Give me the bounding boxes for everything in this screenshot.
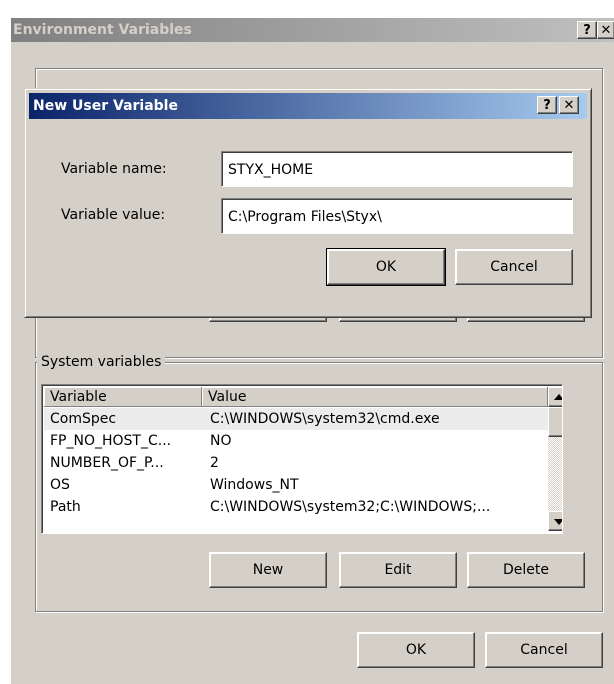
row-value: Windows_NT bbox=[210, 477, 299, 493]
variable-value-field[interactable]: C:\Program Files\Styx\ bbox=[221, 198, 573, 234]
variable-value-label: Variable value: bbox=[61, 207, 166, 223]
outer-close-button[interactable]: ✕ bbox=[597, 21, 614, 39]
table-row[interactable]: Path C:\WINDOWS\system32;C:\WINDOWS;... bbox=[44, 496, 548, 518]
inner-help-button[interactable]: ? bbox=[537, 96, 557, 114]
column-header-value[interactable]: Value bbox=[202, 387, 548, 407]
inner-dialog-title: New User Variable bbox=[33, 98, 178, 114]
inner-ok-button[interactable]: OK bbox=[326, 248, 446, 286]
row-value: C:\WINDOWS\system32\cmd.exe bbox=[210, 411, 440, 427]
outer-cancel-button[interactable]: Cancel bbox=[485, 632, 603, 668]
table-row[interactable]: NUMBER_OF_P... 2 bbox=[44, 452, 548, 474]
table-row[interactable]: ComSpec C:\WINDOWS\system32\cmd.exe bbox=[44, 408, 548, 430]
new-user-variable-dialog: New User Variable ? ✕ Variable name: STY… bbox=[24, 88, 592, 318]
scroll-down-button[interactable] bbox=[548, 511, 562, 531]
system-variables-list[interactable]: Variable Value ComSpec C:\WINDOWS\system… bbox=[41, 384, 563, 534]
triangle-up-icon bbox=[554, 394, 562, 400]
row-value: 2 bbox=[210, 455, 219, 471]
row-variable: NUMBER_OF_P... bbox=[50, 455, 164, 471]
inner-title-bar: New User Variable bbox=[29, 93, 587, 119]
outer-ok-button[interactable]: OK bbox=[357, 632, 475, 668]
system-new-button[interactable]: New bbox=[209, 552, 327, 588]
row-value: C:\WINDOWS\system32;C:\WINDOWS;... bbox=[210, 499, 491, 515]
row-variable: Path bbox=[50, 499, 81, 515]
outer-title-bar: Environment Variables bbox=[11, 18, 614, 42]
table-row[interactable]: OS Windows_NT bbox=[44, 474, 548, 496]
outer-dialog-title: Environment Variables bbox=[13, 22, 192, 38]
system-edit-button[interactable]: Edit bbox=[339, 552, 457, 588]
vertical-scrollbar[interactable] bbox=[548, 387, 562, 531]
scroll-thumb[interactable] bbox=[548, 407, 562, 437]
inner-close-button[interactable]: ✕ bbox=[559, 96, 579, 114]
inner-cancel-button[interactable]: Cancel bbox=[455, 249, 573, 285]
row-variable: OS bbox=[50, 477, 70, 493]
row-value: NO bbox=[210, 433, 232, 449]
row-variable: FP_NO_HOST_C... bbox=[50, 433, 172, 449]
column-header-variable[interactable]: Variable bbox=[44, 387, 202, 407]
triangle-down-icon bbox=[554, 519, 562, 525]
system-delete-button[interactable]: Delete bbox=[467, 552, 585, 588]
variable-name-label: Variable name: bbox=[61, 161, 167, 177]
system-variables-legend: System variables bbox=[37, 353, 166, 371]
outer-help-button[interactable]: ? bbox=[577, 21, 597, 39]
row-variable: ComSpec bbox=[50, 411, 117, 427]
table-row[interactable]: FP_NO_HOST_C... NO bbox=[44, 430, 548, 452]
scroll-up-button[interactable] bbox=[548, 387, 562, 407]
variable-name-field[interactable]: STYX_HOME bbox=[221, 151, 573, 187]
